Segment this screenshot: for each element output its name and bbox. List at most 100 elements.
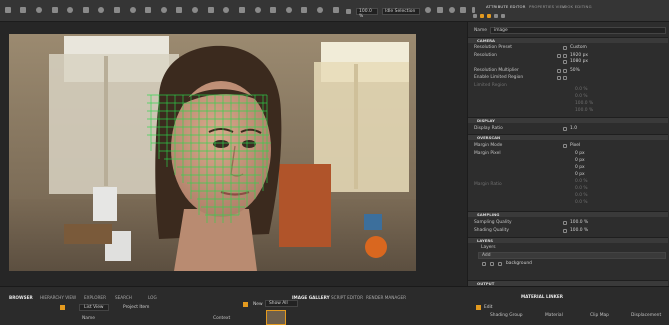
project-item-label[interactable]: Project Item: [123, 305, 149, 310]
limited-region-v3[interactable]: 100.0 %: [575, 101, 593, 106]
tool-icon[interactable]: [301, 7, 307, 13]
checkbox-icon[interactable]: [498, 262, 502, 266]
displacement-column[interactable]: Displacement: [631, 313, 661, 318]
name-column[interactable]: Name: [82, 316, 95, 321]
margin-pixel-v3[interactable]: 0 px: [575, 165, 585, 170]
section-display[interactable]: DISPLAY: [468, 117, 668, 123]
limited-region-v2[interactable]: 0.0 %: [575, 94, 588, 99]
checkbox-icon[interactable]: [563, 76, 567, 80]
shading-group-column[interactable]: Shading Group: [490, 313, 523, 318]
shading-quality-value[interactable]: 100.0 %: [570, 228, 588, 233]
res-mult-value[interactable]: 50%: [570, 68, 580, 73]
folder-icon[interactable]: [60, 305, 65, 310]
tool-icon[interactable]: [192, 7, 198, 13]
key-icon[interactable]: [563, 127, 567, 131]
name-field[interactable]: [490, 27, 666, 34]
section-camera[interactable]: CAMERA: [468, 37, 668, 43]
section-overscan[interactable]: OVERSCAN: [468, 134, 668, 140]
tool-icon[interactable]: [449, 7, 455, 13]
material-column[interactable]: Material: [545, 313, 563, 318]
margin-mode-value[interactable]: Pixel: [570, 143, 580, 148]
lock-icon[interactable]: [476, 305, 481, 310]
link-icon[interactable]: [557, 69, 561, 73]
key-icon[interactable]: [563, 46, 567, 50]
tool-icon[interactable]: [317, 7, 323, 13]
zoom-field[interactable]: 100.0 %: [356, 8, 378, 19]
key-icon[interactable]: [563, 221, 567, 225]
tool-icon[interactable]: [239, 7, 245, 13]
context-column[interactable]: Context: [213, 316, 230, 321]
margin-ratio-v1[interactable]: 0.0 %: [575, 179, 588, 184]
pin-icon[interactable]: [243, 302, 248, 307]
tool-icon[interactable]: [208, 7, 214, 13]
tool-icon[interactable]: [67, 7, 73, 13]
pin-icon[interactable]: [487, 14, 491, 18]
limited-region-v4[interactable]: 100.0 %: [575, 108, 593, 113]
clip-map-column[interactable]: Clip Map: [590, 313, 609, 318]
tab-render-manager[interactable]: RENDER MANAGER: [366, 295, 406, 300]
add-layer-button[interactable]: [478, 252, 666, 259]
tool-icon[interactable]: [333, 7, 339, 13]
section-layers[interactable]: LAYERS: [468, 237, 668, 243]
tool-icon[interactable]: [145, 7, 151, 13]
limited-region-v1[interactable]: 0.0 %: [575, 87, 588, 92]
margin-pixel-v2[interactable]: 0 px: [575, 158, 585, 163]
tool-icon[interactable]: [494, 14, 498, 18]
key-icon[interactable]: [563, 60, 567, 64]
tool-icon[interactable]: [425, 7, 431, 13]
tab-script-editor[interactable]: SCRIPT EDITOR: [331, 295, 363, 300]
margin-ratio-v2[interactable]: 0.0 %: [575, 186, 588, 191]
tab-explorer[interactable]: EXPLORER: [84, 295, 106, 300]
tab-look-editing[interactable]: LOOK EDITING: [562, 4, 592, 9]
tab-browser[interactable]: BROWSER: [9, 295, 33, 300]
tool-icon[interactable]: [161, 7, 167, 13]
margin-pixel-v1[interactable]: 0 px: [575, 151, 585, 156]
layer-icon[interactable]: [490, 262, 494, 266]
tab-hierarchy-view[interactable]: HIERARCHY VIEW: [40, 295, 76, 300]
tab-material-linker[interactable]: MATERIAL LINKER: [521, 294, 563, 299]
tool-icon[interactable]: [472, 7, 475, 13]
gallery-thumbnail[interactable]: [266, 310, 286, 325]
key-icon[interactable]: [563, 144, 567, 148]
section-sampling[interactable]: SAMPLING: [468, 211, 668, 217]
key-icon[interactable]: [563, 229, 567, 233]
key-icon[interactable]: [563, 54, 567, 58]
sampling-quality-value[interactable]: 100.0 %: [570, 220, 588, 225]
key-icon[interactable]: [563, 69, 567, 73]
eye-icon[interactable]: [482, 262, 486, 266]
tool-icon[interactable]: [114, 7, 120, 13]
tool-icon[interactable]: [98, 7, 104, 13]
tool-icon[interactable]: [437, 7, 443, 13]
tab-attribute-editor[interactable]: ATTRIBUTE EDITOR: [486, 4, 526, 9]
res-preset-value[interactable]: Custom: [570, 45, 587, 50]
tool-icon[interactable]: [52, 7, 58, 13]
tool-icon[interactable]: [36, 7, 42, 13]
display-ratio-value[interactable]: 1.0: [570, 126, 577, 131]
resolution-width[interactable]: 1920 px: [570, 53, 588, 58]
link-icon[interactable]: [557, 76, 561, 80]
tool-icon[interactable]: [501, 14, 505, 18]
new-button[interactable]: New: [253, 302, 263, 307]
margin-ratio-v4[interactable]: 0.0 %: [575, 200, 588, 205]
tab-properties-view[interactable]: PROPERTIES VIEW: [529, 4, 566, 9]
render-image[interactable]: [9, 34, 416, 271]
tool-icon[interactable]: [83, 7, 89, 13]
tool-icon[interactable]: [473, 14, 477, 18]
tab-log[interactable]: LOG: [148, 295, 157, 300]
menu-icon[interactable]: [5, 7, 11, 13]
tool-icon[interactable]: [223, 7, 229, 13]
zoom-icon[interactable]: [346, 9, 351, 14]
tool-icon[interactable]: [255, 7, 261, 13]
margin-pixel-v4[interactable]: 0 px: [575, 172, 585, 177]
margin-ratio-v3[interactable]: 0.0 %: [575, 193, 588, 198]
link-icon[interactable]: [557, 54, 561, 58]
view-select[interactable]: Idle Selection: [382, 8, 420, 15]
tool-icon[interactable]: [270, 7, 276, 13]
tab-search[interactable]: SEARCH: [115, 295, 132, 300]
edit-button[interactable]: Edit: [484, 305, 493, 310]
resolution-height[interactable]: 1080 px: [570, 59, 588, 64]
lock-icon[interactable]: [480, 14, 484, 18]
tool-icon[interactable]: [286, 7, 292, 13]
tool-icon[interactable]: [20, 7, 26, 13]
tool-icon[interactable]: [460, 7, 466, 13]
